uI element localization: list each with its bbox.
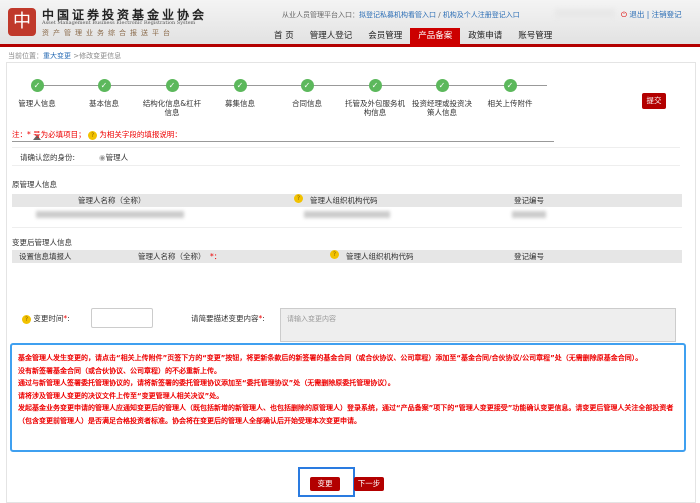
nav-manager-registration[interactable]: 管理人登记: [302, 28, 361, 47]
colon: :: [262, 314, 265, 323]
separator: /: [436, 11, 443, 19]
change-desc-textarea[interactable]: 请输入变更内容: [280, 308, 676, 342]
breadcrumb-link[interactable]: 重大变更: [43, 52, 71, 60]
colon: :: [67, 314, 70, 323]
change-desc-label: 请简要描述变更内容*:: [191, 313, 265, 324]
submit-button[interactable]: 提交: [642, 93, 666, 109]
identity-option[interactable]: 管理人: [106, 153, 129, 162]
note-required: 注：* 号为必填项目；: [12, 130, 86, 139]
nav-membership[interactable]: 会员管理: [360, 28, 410, 47]
change-button[interactable]: 变更: [310, 477, 340, 491]
top-links-prefix: 从业人员管理平台入口：: [282, 11, 359, 19]
nav-policy[interactable]: 政策申请: [460, 28, 510, 47]
help-icon: ?: [294, 194, 303, 203]
check-icon: ✓: [300, 79, 314, 92]
step-5[interactable]: ✓ 合同信息: [277, 79, 337, 108]
divider: [12, 227, 682, 228]
notice-line: 基金管理人发生变更的，请点击“相关上传附件”页签下方的“变更”按钮，将更新条款后…: [18, 354, 643, 362]
change-time-text: 变更时间: [33, 314, 64, 323]
breadcrumb: 当前位置：重大变更 >修改变更信息: [8, 51, 121, 61]
new-manager-header: 设置信息填报人 管理人名称（全称） *： ? 管理人组织机构代码 登记编号: [12, 250, 682, 263]
step-3[interactable]: ✓ 结构化信息&杠杆信息: [142, 79, 202, 117]
logo-subtitle: 资产管理业务综合报送平台: [42, 29, 174, 37]
next-button[interactable]: 下一步: [354, 477, 384, 491]
step-label: 相关上传附件: [487, 99, 533, 108]
step-label: 托管及外包服务机构信息: [345, 99, 405, 117]
identity-label: 请确认您的身份:: [20, 153, 76, 162]
step-label: 管理人信息: [18, 99, 56, 108]
nav-product-filing[interactable]: 产品备案: [410, 28, 461, 47]
step-2[interactable]: ✓ 基本信息: [74, 79, 134, 108]
logo-icon: 中: [8, 8, 36, 36]
step-label: 基本信息: [89, 99, 119, 108]
breadcrumb-prefix: 当前位置：: [8, 52, 43, 60]
col-manager-name: 管理人名称（全称）: [138, 252, 206, 261]
logout-link[interactable]: 退出: [629, 10, 644, 19]
identity-row: 请确认您的身份: ◉管理人: [12, 147, 680, 166]
check-icon: ✓: [97, 79, 111, 92]
step-6[interactable]: ✓ 托管及外包服务机构信息: [345, 79, 405, 117]
step-label: 结构化信息&杠杆信息: [142, 99, 202, 117]
breadcrumb-current: >修改变更信息: [71, 52, 122, 60]
notice-line: 没有新签署基金合同（或合伙协议、公司章程）的不必重新上传。: [18, 366, 221, 375]
registration-entry-link[interactable]: 机构及个人注册登记入口: [443, 11, 520, 19]
account-links: ⏻ 退出 | 注销登记: [621, 9, 682, 20]
nav-account[interactable]: 账号管理: [510, 28, 560, 47]
step-4[interactable]: ✓ 募集信息: [210, 79, 270, 108]
step-1[interactable]: ✓ 管理人信息: [7, 79, 67, 108]
notice-line: 请将涉及管理人变更的决议文件上传至“变更管理人相关决议”处。: [18, 391, 224, 400]
col-reg-number: 登记编号: [514, 252, 544, 261]
help-icon: ?: [330, 250, 339, 259]
original-manager-header: 管理人名称（全称） ? 管理人组织机构代码 登记编号: [12, 194, 682, 207]
check-icon: ✓: [165, 79, 179, 92]
notice-box: 基金管理人发生变更的，请点击“相关上传附件”页签下方的“变更”按钮，将更新条款后…: [10, 343, 686, 452]
new-manager-title: 变更后管理人信息: [12, 238, 72, 247]
step-label: 合同信息: [292, 99, 322, 108]
col-org-code: 管理人组织机构代码: [310, 196, 378, 205]
required-mark: *：: [210, 252, 222, 261]
org-code-redacted: [304, 211, 390, 218]
help-icon: ?: [22, 314, 31, 324]
original-manager-title: 原管理人信息: [12, 180, 57, 189]
col-org-code: 管理人组织机构代码: [346, 252, 414, 261]
check-icon: ✓: [503, 79, 517, 92]
required-note: 注：* 号为必填项目； ? 为相关字段的填报说明：: [12, 129, 182, 140]
check-icon: ✓: [435, 79, 449, 92]
top-links: 从业人员管理平台入口：拟登记私募机构看管入口 / 机构及个人注册登记入口: [282, 10, 520, 20]
reg-number-redacted: [512, 211, 546, 218]
power-icon: ⏻: [621, 10, 627, 19]
col-filler: 设置信息填报人: [19, 252, 72, 261]
change-desc-text: 请简要描述变更内容: [191, 314, 259, 323]
deregister-link[interactable]: 注销登记: [652, 10, 682, 19]
manager-name-redacted: [36, 211, 184, 218]
note-help: 为相关字段的填报说明：: [99, 130, 182, 139]
change-time-label: ? 变更时间*:: [22, 313, 70, 324]
logo-subtitle-en: Asset Management Business Electronic Reg…: [42, 20, 196, 26]
separator: |: [644, 10, 652, 19]
private-fund-entry-link[interactable]: 拟登记私募机构看管入口: [359, 11, 436, 19]
divider: [12, 141, 554, 142]
step-8[interactable]: ✓ 相关上传附件: [480, 79, 540, 108]
step-label: 募集信息: [225, 99, 255, 108]
user-name-redacted: [555, 9, 615, 18]
step-7[interactable]: ✓ 投资经理或投资决策人信息: [412, 79, 472, 117]
check-icon: ✓: [30, 79, 44, 92]
col-reg-number: 登记编号: [514, 196, 544, 205]
help-icon: ?: [88, 130, 98, 140]
check-icon: ✓: [368, 79, 382, 92]
step-label: 投资经理或投资决策人信息: [412, 99, 472, 117]
change-time-input[interactable]: [91, 308, 153, 328]
notice-line: 发起基金业务变更申请的管理人应通知变更后的管理人（既包括新增的新管理人、也包括删…: [18, 404, 674, 425]
nav-home[interactable]: 首 页: [266, 28, 302, 47]
check-icon: ✓: [233, 79, 247, 92]
main-nav: 首 页 管理人登记 会员管理 产品备案 政策申请 账号管理: [266, 28, 560, 47]
col-manager-name: 管理人名称（全称）: [78, 196, 146, 205]
notice-line: 通过与新管理人签署委托管理协议的，请将新签署的委托管理协议添加至“委托管理协议”…: [18, 379, 395, 388]
